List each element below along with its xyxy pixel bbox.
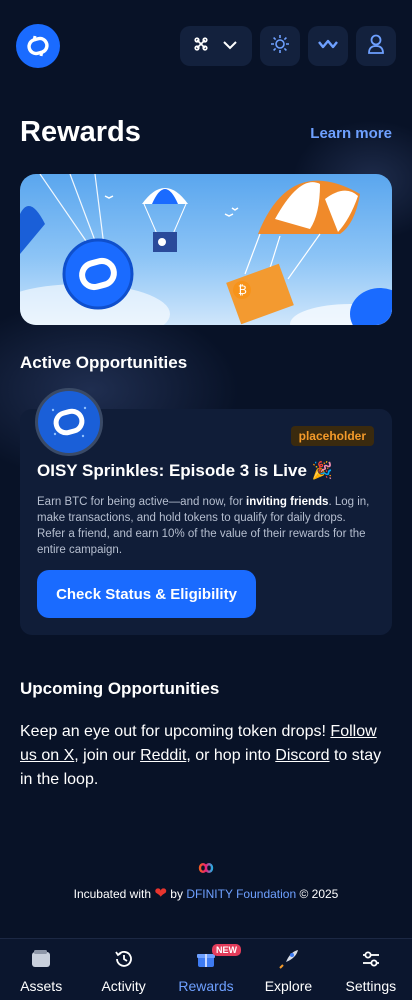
active-opportunities-heading: Active Opportunities [20,353,188,372]
upcoming-opportunities-heading: Upcoming Opportunities [20,679,220,698]
upcoming-description: Keep an eye out for upcoming token drops… [20,723,382,788]
tab-rewards[interactable]: NEW Rewards [165,939,247,1000]
chevron-down-icon [222,37,238,55]
rocket-icon [276,948,300,975]
page-title: Rewards [20,116,141,148]
user-menu-button[interactable] [356,26,396,66]
new-badge: NEW [212,944,242,956]
history-icon [113,948,135,975]
user-icon [367,33,385,60]
tab-explore[interactable]: Explore [247,939,329,1000]
sprinkles-avatar [35,388,103,456]
footer-credit: Incubated with ❤ by DFINITY Foundation ©… [73,885,339,902]
dfinity-link[interactable]: DFINITY Foundation [186,887,296,901]
tab-activity[interactable]: Activity [82,939,164,1000]
oisy-logo-icon[interactable] [16,24,60,68]
tab-settings[interactable]: Settings [330,939,412,1000]
tab-assets[interactable]: Assets [0,939,82,1000]
learn-more-link[interactable]: Learn more [310,125,392,142]
opportunity-description: Earn BTC for being active—and now, for i… [37,496,370,556]
network-selector-button[interactable] [180,26,252,66]
discord-link[interactable]: Discord [275,747,329,764]
wallet-icon [30,948,52,975]
status-badge: placeholder [290,426,374,446]
rewards-banner-image: ₿ [20,174,392,325]
infinity-icon [198,863,214,873]
heart-icon: ❤ [154,885,167,902]
sliders-icon [360,948,382,975]
theme-toggle-button[interactable] [260,26,300,66]
check-status-button[interactable]: Check Status & Eligibility [37,570,256,618]
waves-button[interactable] [308,26,348,66]
opportunity-title: OISY Sprinkles: Episode 3 is Live 🎉 [37,461,333,480]
bottom-tab-bar: Assets Activity NEW Rewards Explore Sett… [0,938,412,1000]
reddit-link[interactable]: Reddit [140,747,186,764]
network-icon [194,36,208,56]
wave-icon [317,37,339,56]
svg-text:₿: ₿ [238,283,247,297]
sun-icon [270,34,290,59]
